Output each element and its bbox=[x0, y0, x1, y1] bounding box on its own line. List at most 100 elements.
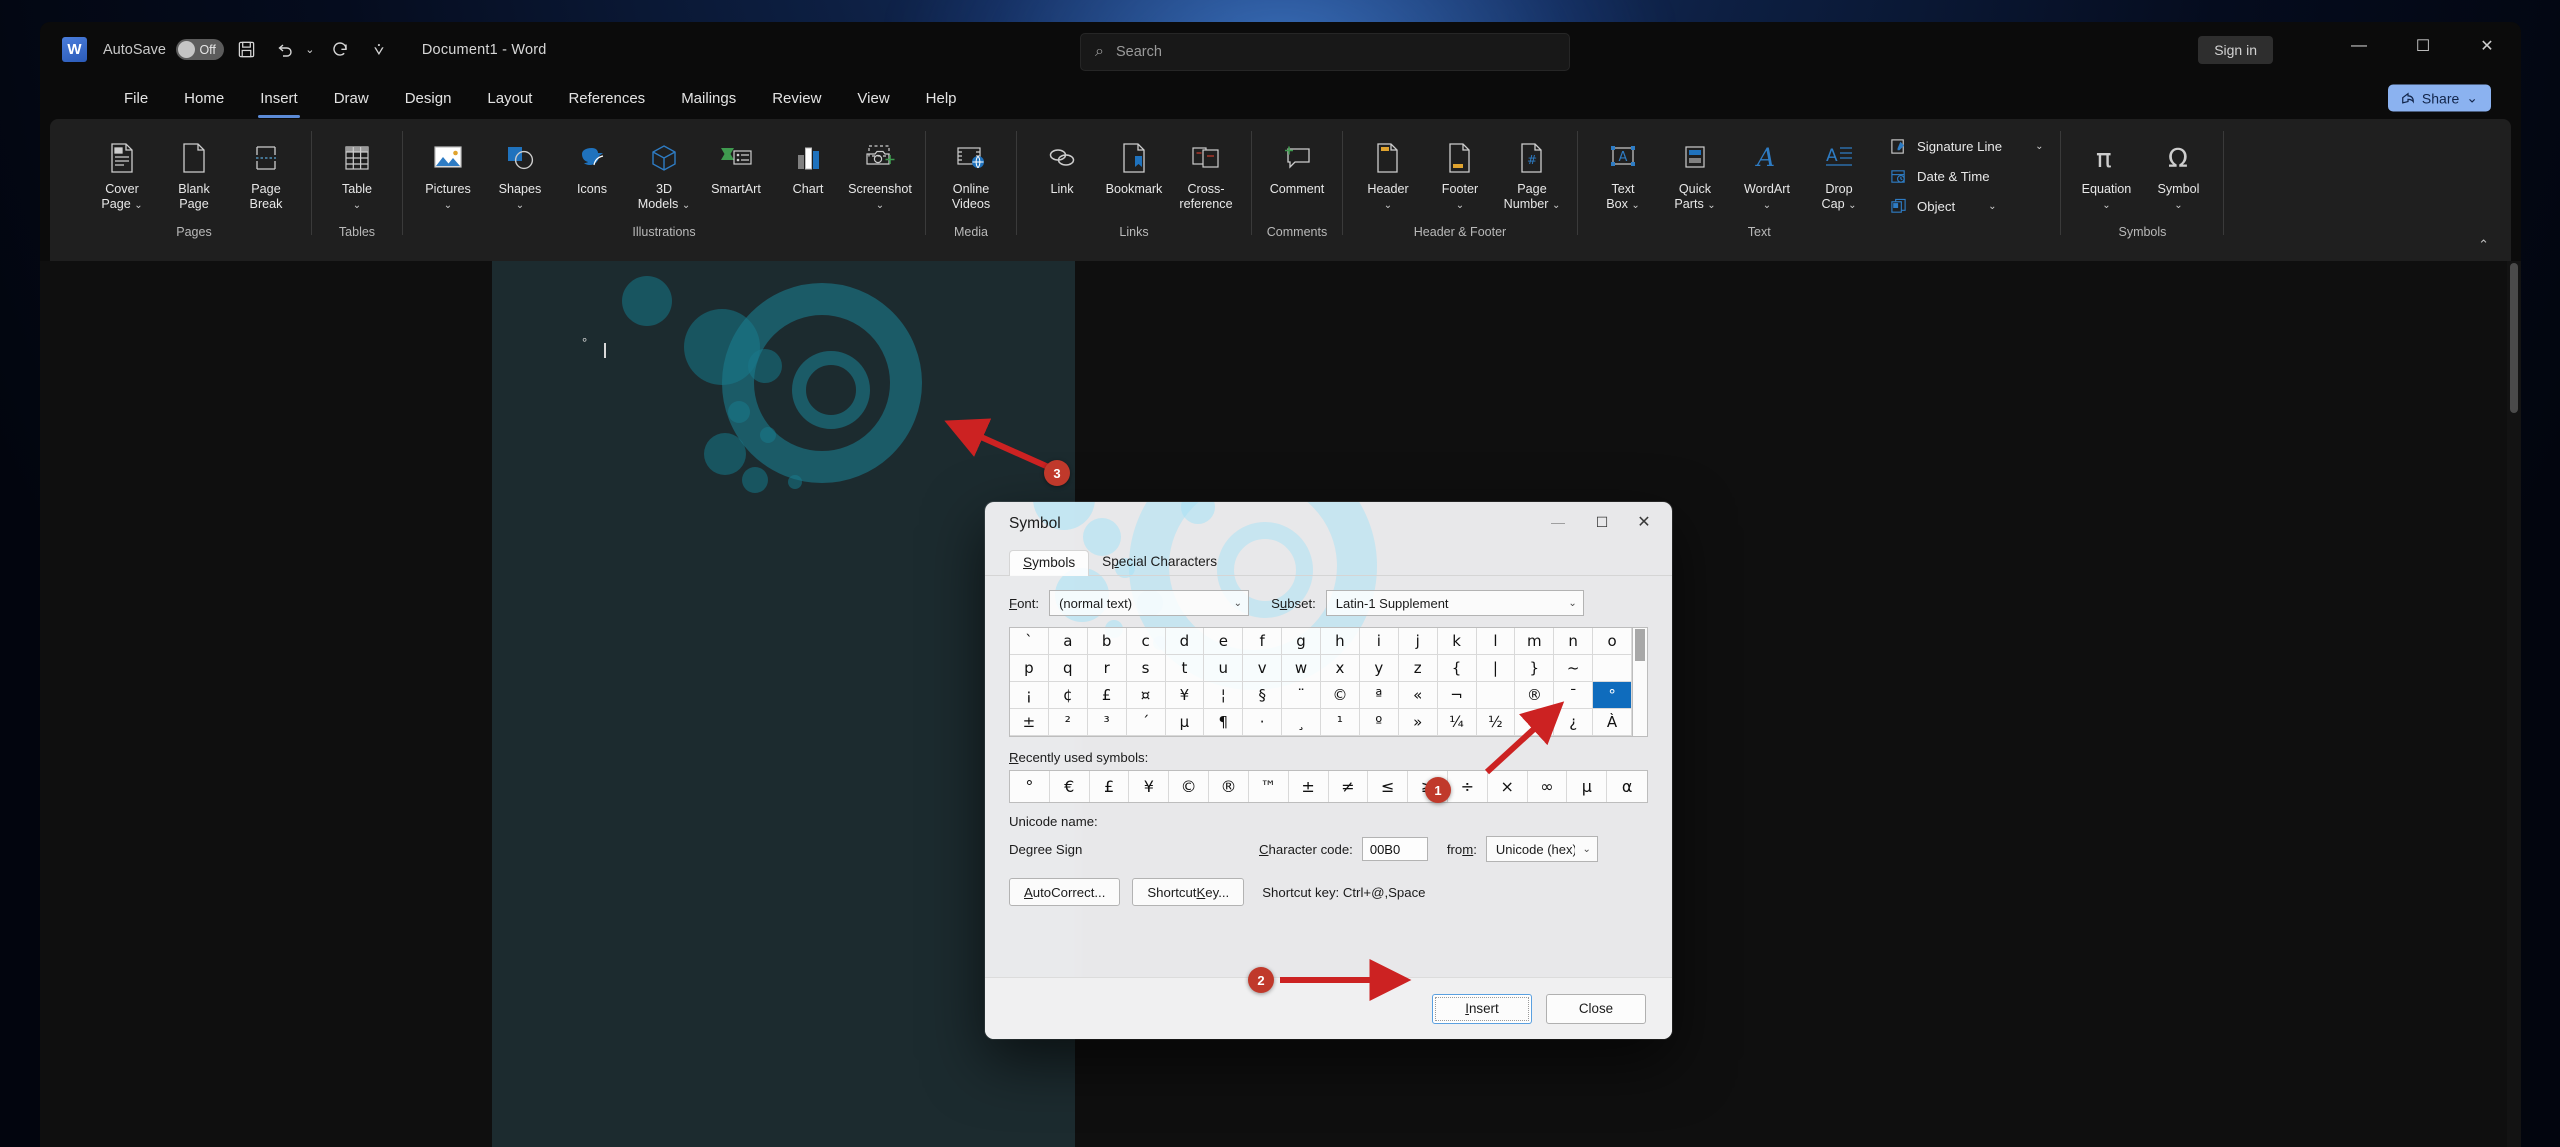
blank-page-button[interactable]: Blank Page bbox=[158, 129, 230, 225]
character-cell[interactable]: a bbox=[1048, 628, 1088, 655]
recent-symbol-cell[interactable]: × bbox=[1488, 771, 1528, 802]
character-cell[interactable]: w bbox=[1282, 655, 1321, 682]
autocorrect-button[interactable]: AutoCorrect... bbox=[1009, 878, 1121, 906]
character-cell[interactable]: ¨ bbox=[1282, 682, 1321, 709]
tab-layout[interactable]: Layout bbox=[473, 86, 546, 111]
shortcut-key-button[interactable]: Shortcut Key... bbox=[1132, 878, 1245, 906]
search-input[interactable]: ⌕ Search bbox=[1080, 33, 1570, 72]
tab-references[interactable]: References bbox=[554, 86, 659, 111]
character-cell[interactable]: ¢ bbox=[1048, 682, 1088, 709]
dialog-minimize-button[interactable]: — bbox=[1536, 502, 1580, 542]
window-minimize-button[interactable]: — bbox=[2327, 22, 2391, 70]
cover-page-button[interactable]: Cover Page ⌄ bbox=[86, 129, 158, 225]
character-cell[interactable]: ¸ bbox=[1282, 709, 1321, 736]
recent-symbol-cell[interactable]: µ bbox=[1567, 771, 1608, 802]
dialog-close-button[interactable]: ✕ bbox=[1622, 502, 1666, 542]
character-cell[interactable]: p bbox=[1010, 655, 1049, 682]
document-vertical-scrollbar[interactable] bbox=[2507, 261, 2521, 1147]
character-cell[interactable]: n bbox=[1554, 628, 1594, 655]
signature-line-button[interactable]: Signature Line ⌄ bbox=[1881, 133, 2051, 160]
text-box-button[interactable]: A Text Box ⌄ bbox=[1587, 129, 1659, 225]
online-videos-button[interactable]: Online Videos bbox=[935, 129, 1007, 225]
character-cell[interactable]: r bbox=[1087, 655, 1127, 682]
recent-symbol-cell[interactable]: α bbox=[1607, 771, 1647, 802]
character-cell[interactable]: | bbox=[1476, 655, 1516, 682]
collapse-ribbon-button[interactable]: ⌃ bbox=[2478, 237, 2489, 253]
character-cell[interactable]: h bbox=[1321, 628, 1360, 655]
subset-select[interactable]: Latin-1 Supplement ⌄ bbox=[1325, 590, 1584, 616]
undo-icon[interactable] bbox=[270, 35, 300, 65]
redo-icon[interactable] bbox=[326, 35, 356, 65]
share-button[interactable]: Share ⌄ bbox=[2387, 84, 2491, 112]
recent-symbol-cell[interactable]: © bbox=[1169, 771, 1210, 802]
save-icon[interactable] bbox=[232, 35, 262, 65]
character-cell[interactable]: ª bbox=[1359, 682, 1399, 709]
character-cell[interactable]: © bbox=[1321, 682, 1360, 709]
character-cell[interactable]: « bbox=[1398, 682, 1438, 709]
character-cell[interactable]: e bbox=[1204, 628, 1244, 655]
date-time-button[interactable]: Date & Time bbox=[1881, 163, 2051, 190]
dialog-close-action-button[interactable]: Close bbox=[1546, 993, 1646, 1024]
character-cell[interactable]: m bbox=[1515, 628, 1555, 655]
character-grid-scrollbar[interactable] bbox=[1633, 627, 1648, 737]
recent-symbol-cell[interactable]: ∞ bbox=[1528, 771, 1568, 802]
window-close-button[interactable]: ✕ bbox=[2455, 22, 2519, 70]
insert-button[interactable]: Insert bbox=[1432, 993, 1532, 1024]
character-cell[interactable]: u bbox=[1204, 655, 1244, 682]
character-cell[interactable]: g bbox=[1282, 628, 1321, 655]
character-cell[interactable]: ´ bbox=[1126, 709, 1166, 736]
autosave-toggle[interactable]: Off bbox=[175, 39, 224, 60]
character-cell[interactable]: ¾ bbox=[1515, 709, 1555, 736]
character-cell[interactable]: ¯ bbox=[1554, 682, 1594, 709]
chart-button[interactable]: Chart bbox=[772, 129, 844, 225]
from-select[interactable]: Unicode (hex) ⌄ bbox=[1485, 836, 1598, 862]
screenshot-button[interactable]: Screenshot ⌄ bbox=[844, 129, 916, 225]
character-cell[interactable]: ° bbox=[1593, 682, 1632, 709]
tab-home[interactable]: Home bbox=[170, 86, 238, 111]
character-cell[interactable]: £ bbox=[1087, 682, 1127, 709]
character-cell[interactable]: § bbox=[1243, 682, 1283, 709]
character-cell[interactable]: ­ bbox=[1476, 682, 1516, 709]
drop-cap-button[interactable]: A Drop Cap ⌄ bbox=[1803, 129, 1875, 225]
character-cell[interactable]: ¬ bbox=[1437, 682, 1477, 709]
character-cell[interactable]: { bbox=[1437, 655, 1477, 682]
character-cell[interactable]: f bbox=[1243, 628, 1283, 655]
character-cell[interactable]: ~ bbox=[1554, 655, 1594, 682]
dialog-tab-special-characters[interactable]: Special Characters bbox=[1089, 550, 1230, 575]
recently-used-symbols-grid[interactable]: ° € £ ¥ © ® ™ ± ≠ ≤ ≥ ÷ × ∞ µ α bbox=[1009, 770, 1648, 803]
recent-symbol-cell[interactable]: ≤ bbox=[1368, 771, 1409, 802]
character-cell[interactable]: k bbox=[1437, 628, 1477, 655]
character-cell[interactable]: c bbox=[1126, 628, 1166, 655]
character-cell[interactable]: À bbox=[1593, 709, 1632, 736]
pictures-button[interactable]: Pictures ⌄ bbox=[412, 129, 484, 225]
recent-symbol-cell[interactable]: ™ bbox=[1249, 771, 1289, 802]
character-cell[interactable]: o bbox=[1593, 628, 1632, 655]
character-cell[interactable]: ` bbox=[1010, 628, 1049, 655]
link-button[interactable]: Link bbox=[1026, 129, 1098, 225]
character-cell[interactable]: j bbox=[1398, 628, 1438, 655]
symbol-button[interactable]: Ω Symbol ⌄ bbox=[2142, 129, 2214, 225]
character-cell[interactable]: ¦ bbox=[1204, 682, 1244, 709]
character-cell[interactable]: · bbox=[1243, 709, 1283, 736]
shapes-button[interactable]: Shapes ⌄ bbox=[484, 129, 556, 225]
character-cell[interactable] bbox=[1593, 655, 1632, 682]
smartart-button[interactable]: SmartArt bbox=[700, 129, 772, 225]
page-break-button[interactable]: Page Break bbox=[230, 129, 302, 225]
dialog-maximize-button[interactable]: ☐ bbox=[1580, 502, 1624, 542]
customize-quick-access-icon[interactable]: ⩒ bbox=[364, 35, 394, 65]
symbol-dialog[interactable]: Symbol — ☐ ✕ Symbols Special Characters … bbox=[985, 502, 1672, 1039]
dialog-tab-symbols[interactable]: Symbols bbox=[1009, 550, 1090, 576]
character-cell[interactable]: t bbox=[1165, 655, 1205, 682]
header-button[interactable]: Header ⌄ bbox=[1352, 129, 1424, 225]
sign-in-button[interactable]: Sign in bbox=[2198, 35, 2273, 64]
character-cell[interactable]: ¼ bbox=[1437, 709, 1477, 736]
character-cell[interactable]: ¡ bbox=[1010, 682, 1049, 709]
recent-symbol-cell[interactable]: ° bbox=[1010, 771, 1050, 802]
character-cell[interactable]: » bbox=[1398, 709, 1438, 736]
recent-symbol-cell[interactable]: £ bbox=[1090, 771, 1130, 802]
character-cell[interactable]: ± bbox=[1010, 709, 1049, 736]
equation-button[interactable]: π Equation ⌄ bbox=[2070, 129, 2142, 225]
bookmark-button[interactable]: Bookmark bbox=[1098, 129, 1170, 225]
object-button[interactable]: Object ⌄ bbox=[1881, 193, 2051, 220]
character-cell[interactable]: v bbox=[1243, 655, 1283, 682]
